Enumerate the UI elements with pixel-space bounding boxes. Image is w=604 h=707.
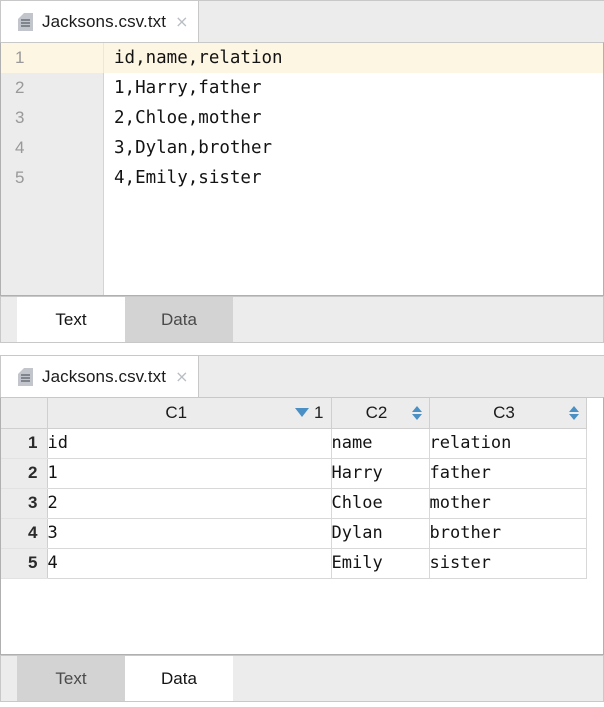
view-tab-label: Data: [161, 309, 197, 329]
text-editor[interactable]: 1 id,name,relation 2 1,Harry,father 3 2,Chloe…: [0, 42, 604, 296]
table-row[interactable]: 2 1 Harry father: [1, 458, 587, 489]
view-tab-data[interactable]: Data: [125, 297, 233, 342]
text-panel-tabstrip: Jacksons.csv.txt ×: [0, 0, 604, 42]
document-tab-label: Jacksons.csv.txt: [42, 366, 167, 386]
line-number: 3: [1, 103, 104, 133]
close-icon[interactable]: ×: [175, 368, 188, 385]
document-tab-text-panel[interactable]: Jacksons.csv.txt ×: [8, 0, 198, 42]
line-number: 1: [1, 43, 104, 73]
table-cell[interactable]: 2: [47, 488, 332, 519]
column-header-c1[interactable]: C1 1: [47, 398, 332, 429]
data-grid-container[interactable]: C1 1 C2 C3 1 id name relation 2 1 Harry father 3 2 Ch…: [0, 397, 604, 655]
tabstrip-empty-area: [197, 355, 604, 397]
text-view-panel: Jacksons.csv.txt × 1 id,name,relation 2 1,H…: [0, 0, 604, 343]
data-view-panel: Jacksons.csv.txt × C1 1 C2 C3 1 id name relati…: [0, 355, 604, 707]
line-text: 4,Emily,sister: [114, 168, 262, 188]
sort-rank-label: 1: [314, 402, 324, 422]
table-cell[interactable]: Dylan: [331, 518, 430, 549]
editor-line[interactable]: 5 4,Emily,sister: [1, 163, 603, 193]
editor-gutter-filler: [1, 193, 104, 295]
row-number[interactable]: 2: [1, 458, 48, 489]
sort-unsorted-icon[interactable]: [568, 405, 579, 420]
table-cell[interactable]: name: [331, 428, 430, 459]
editor-line[interactable]: 4 3,Dylan,brother: [1, 133, 603, 163]
table-cell[interactable]: relation: [429, 428, 587, 459]
line-number: 2: [1, 73, 104, 103]
view-tab-label: Text: [55, 668, 87, 688]
table-cell[interactable]: father: [429, 458, 587, 489]
view-tab-text[interactable]: Text: [17, 297, 125, 342]
editor-empty-space[interactable]: [1, 193, 603, 295]
row-number[interactable]: 4: [1, 518, 48, 549]
line-text: id,name,relation: [114, 48, 283, 68]
data-grid-header: C1 1 C2 C3: [1, 398, 587, 429]
document-tab-data-panel[interactable]: Jacksons.csv.txt ×: [8, 355, 198, 397]
text-file-icon: [18, 12, 33, 31]
line-text: 3,Dylan,brother: [114, 138, 273, 158]
tabstrip-left-spacer: [0, 355, 8, 397]
table-header-row: C1 1 C2 C3: [1, 398, 587, 429]
table-cell[interactable]: mother: [429, 488, 587, 519]
view-tab-label: Data: [161, 668, 197, 688]
tabstrip-left-spacer: [0, 0, 8, 42]
column-header-label: C1: [165, 402, 188, 422]
view-tabs-text-panel: Text Data: [0, 296, 604, 343]
table-cell[interactable]: sister: [429, 548, 587, 579]
view-tabs-left-spacer: [1, 656, 17, 701]
view-tabs-empty-area: [233, 297, 603, 342]
table-row[interactable]: 5 4 Emily sister: [1, 548, 587, 579]
column-header-label: C3: [493, 402, 515, 422]
view-tab-data[interactable]: Data: [125, 656, 233, 701]
sort-descending-icon[interactable]: [295, 408, 310, 418]
close-icon[interactable]: ×: [175, 13, 188, 30]
grid-bottom-spacer: [1, 650, 603, 654]
editor-line[interactable]: 2 1,Harry,father: [1, 73, 603, 103]
view-tab-text[interactable]: Text: [17, 656, 125, 701]
line-number: 5: [1, 163, 104, 193]
text-file-icon: [18, 367, 33, 386]
column-header-label: C2: [365, 402, 388, 422]
table-cell[interactable]: 4: [47, 548, 332, 579]
line-text: 1,Harry,father: [114, 78, 262, 98]
table-cell[interactable]: Harry: [331, 458, 430, 489]
document-tab-label: Jacksons.csv.txt: [42, 11, 167, 31]
column-header-c3[interactable]: C3: [429, 398, 587, 429]
column-header-c2[interactable]: C2: [331, 398, 430, 429]
line-text: 2,Chloe,mother: [114, 108, 262, 128]
table-cell[interactable]: Chloe: [331, 488, 430, 519]
table-row[interactable]: 4 3 Dylan brother: [1, 518, 587, 549]
table-row[interactable]: 3 2 Chloe mother: [1, 488, 587, 519]
editor-line[interactable]: 1 id,name,relation: [1, 43, 603, 73]
table-cell[interactable]: id: [47, 428, 332, 459]
editor-line-list: 1 id,name,relation 2 1,Harry,father 3 2,Chloe…: [1, 43, 603, 193]
row-number[interactable]: 3: [1, 488, 48, 519]
row-number[interactable]: 1: [1, 428, 48, 459]
data-grid: C1 1 C2 C3 1 id name relation 2 1 Harry father 3 2 Ch…: [1, 398, 587, 579]
data-grid-body: 1 id name relation 2 1 Harry father 3 2 Chloe mothe…: [1, 428, 587, 579]
sort-unsorted-icon[interactable]: [411, 405, 422, 420]
table-row[interactable]: 1 id name relation: [1, 428, 587, 459]
table-cell[interactable]: 3: [47, 518, 332, 549]
table-cell[interactable]: brother: [429, 518, 587, 549]
tabstrip-empty-area: [197, 0, 604, 42]
table-cell[interactable]: Emily: [331, 548, 430, 579]
grid-corner-cell: [1, 398, 48, 429]
row-number[interactable]: 5: [1, 548, 48, 579]
view-tabs-left-spacer: [1, 297, 17, 342]
line-number: 4: [1, 133, 104, 163]
data-panel-tabstrip: Jacksons.csv.txt ×: [0, 355, 604, 397]
table-cell[interactable]: 1: [47, 458, 332, 489]
view-tab-label: Text: [55, 309, 87, 329]
view-tabs-data-panel: Text Data: [0, 655, 604, 702]
view-tabs-empty-area: [233, 656, 603, 701]
editor-line[interactable]: 3 2,Chloe,mother: [1, 103, 603, 133]
